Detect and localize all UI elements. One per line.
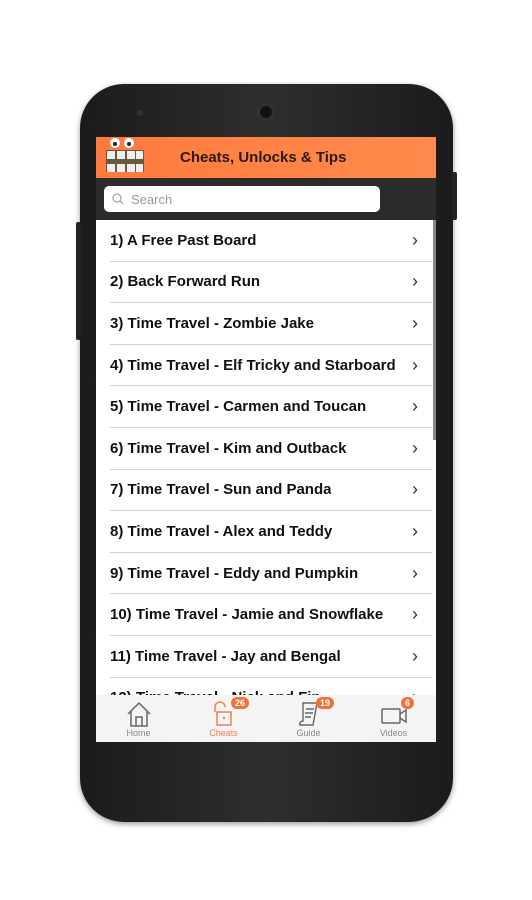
tab-bar: Home 26 Cheats 19 Guide 6 Videos (96, 695, 436, 742)
cheats-badge: 26 (231, 697, 250, 709)
chevron-right-icon: › (412, 604, 418, 625)
tab-label: Home (126, 728, 151, 738)
list-item-label: 8) Time Travel - Alex and Teddy (110, 522, 333, 540)
list-item[interactable]: 10) Time Travel - Jamie and Snowflake › (110, 594, 432, 636)
search-icon (112, 193, 124, 205)
list-item-label: 5) Time Travel - Carmen and Toucan (110, 398, 367, 416)
videos-badge: 6 (401, 697, 415, 709)
chevron-right-icon: › (412, 312, 418, 333)
list-item[interactable]: 1) A Free Past Board › (110, 220, 432, 262)
chevron-right-icon: › (412, 396, 418, 417)
list-item-label: 7) Time Travel - Sun and Panda (110, 481, 332, 499)
list-item[interactable]: 7) Time Travel - Sun and Panda › (110, 470, 432, 512)
chevron-right-icon: › (412, 520, 418, 541)
search-input[interactable]: Search (104, 186, 380, 212)
tab-videos[interactable]: 6 Videos (351, 695, 436, 742)
list-item[interactable]: 5) Time Travel - Carmen and Toucan › (110, 386, 432, 428)
chevron-right-icon: › (412, 354, 418, 375)
list-item-label: 2) Back Forward Run (110, 273, 261, 291)
tab-label: Guide (296, 728, 321, 738)
list-item-label: 11) Time Travel - Jay and Bengal (110, 647, 341, 665)
chevron-right-icon: › (412, 271, 418, 292)
camera (137, 110, 143, 116)
tab-label: Cheats (209, 728, 238, 738)
power-button (452, 172, 457, 220)
tab-guide[interactable]: 19 Guide (266, 695, 351, 742)
chevron-right-icon: › (412, 645, 418, 666)
list-item[interactable]: 8) Time Travel - Alex and Teddy › (110, 511, 432, 553)
list-item[interactable]: 11) Time Travel - Jay and Bengal › (110, 636, 432, 678)
app-screen: Cheats, Unlocks & Tips Search 1) A Free … (96, 137, 436, 742)
home-icon (126, 701, 151, 727)
tab-cheats[interactable]: 26 Cheats (181, 695, 266, 742)
tab-home[interactable]: Home (96, 695, 181, 742)
scrollbar[interactable] (433, 220, 436, 440)
chevron-right-icon: › (412, 687, 418, 695)
list-item[interactable]: 6) Time Travel - Kim and Outback › (110, 428, 432, 470)
list-item[interactable]: 4) Time Travel - Elf Tricky and Starboar… (110, 345, 432, 387)
list-item-label: 4) Time Travel - Elf Tricky and Starboar… (110, 356, 396, 374)
page-title: Cheats, Unlocks & Tips (180, 149, 347, 166)
app-logo (106, 138, 144, 172)
list-item[interactable]: 3) Time Travel - Zombie Jake › (110, 303, 432, 345)
search-bar: Search (96, 178, 436, 220)
guide-badge: 19 (316, 697, 335, 709)
app-header: Cheats, Unlocks & Tips (96, 137, 436, 178)
list-item[interactable]: 2) Back Forward Run › (110, 262, 432, 304)
search-placeholder: Search (131, 191, 173, 207)
chevron-right-icon: › (412, 562, 418, 583)
cheat-list: 1) A Free Past Board › 2) Back Forward Run… (96, 220, 436, 695)
list-item-label: 3) Time Travel - Zombie Jake (110, 314, 314, 332)
tab-label: Videos (379, 728, 408, 738)
list-item-label: 10) Time Travel - Jamie and Snowflake (110, 606, 384, 624)
list-item[interactable]: 9) Time Travel - Eddy and Pumpkin › (110, 553, 432, 595)
list-item-label: 6) Time Travel - Kim and Outback (110, 439, 347, 457)
chevron-right-icon: › (412, 229, 418, 250)
list-item-label: 1) A Free Past Board (110, 231, 257, 249)
speaker (258, 104, 274, 120)
volume-button (76, 222, 81, 340)
chevron-right-icon: › (412, 479, 418, 500)
chevron-right-icon: › (412, 437, 418, 458)
list-item[interactable]: 12) Time Travel - Nick and Fin› (110, 678, 432, 695)
list-item-label: 9) Time Travel - Eddy and Pumpkin (110, 564, 359, 582)
